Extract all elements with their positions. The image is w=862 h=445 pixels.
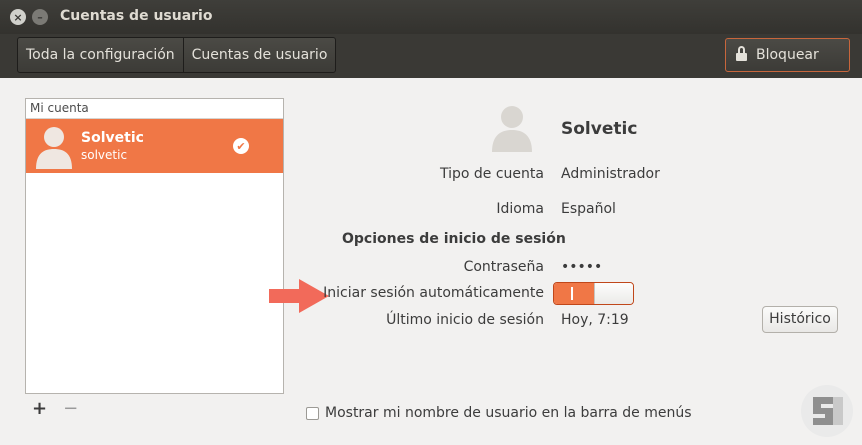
breadcrumb-user-accounts[interactable]: Cuentas de usuario	[184, 38, 336, 72]
lock-button[interactable]: Bloquear	[725, 38, 850, 72]
language-value[interactable]: Español	[561, 201, 616, 217]
account-type-value[interactable]: Administrador	[561, 166, 660, 182]
last-login-label: Último inicio de sesión	[386, 312, 544, 328]
login-options-title: Opciones de inicio de sesión	[342, 231, 566, 247]
close-glyph: ×	[13, 10, 23, 24]
show-name-checkbox[interactable]	[306, 406, 319, 420]
user-row-login: solvetic	[81, 148, 128, 162]
show-name-label[interactable]: Mostrar mi nombre de usuario en la barra…	[325, 405, 692, 421]
remove-user-button[interactable]: −	[63, 400, 78, 418]
lock-button-label: Bloquear	[756, 47, 819, 63]
auto-login-toggle[interactable]	[553, 282, 634, 305]
arrow-annotation	[269, 279, 329, 313]
user-name[interactable]: Solvetic	[561, 119, 637, 139]
lock-icon	[736, 46, 747, 62]
account-list: Mi cuenta Solvetic solvetic ✔	[25, 98, 284, 394]
logo	[801, 385, 853, 437]
breadcrumb-all-settings[interactable]: Toda la configuración	[18, 38, 184, 72]
user-row-name: Solvetic	[81, 130, 144, 146]
close-icon[interactable]: ×	[10, 9, 26, 25]
check-icon: ✔	[233, 138, 249, 154]
avatar-icon[interactable]	[490, 102, 534, 152]
title-bar: × – Cuentas de usuario	[0, 0, 862, 34]
password-label: Contraseña	[463, 259, 544, 275]
minimize-glyph: –	[37, 10, 43, 24]
add-remove-controls: + −	[32, 400, 78, 418]
window-title: Cuentas de usuario	[60, 8, 213, 24]
toolbar: Toda la configuración Cuentas de usuario…	[0, 34, 862, 78]
history-button[interactable]: Histórico	[762, 306, 838, 333]
breadcrumb: Toda la configuración Cuentas de usuario	[17, 37, 337, 73]
last-login-value: Hoy, 7:19	[561, 312, 629, 328]
list-item[interactable]: Solvetic solvetic ✔	[26, 119, 283, 173]
auto-login-label: Iniciar sesión automáticamente	[323, 285, 544, 301]
main-panel: Mi cuenta Solvetic solvetic ✔ + − Solvet…	[0, 78, 862, 445]
account-type-label: Tipo de cuenta	[440, 166, 544, 182]
language-label: Idioma	[496, 201, 544, 217]
account-list-header: Mi cuenta	[26, 99, 283, 119]
password-value[interactable]: •••••	[561, 259, 602, 275]
show-name-option[interactable]: Mostrar mi nombre de usuario en la barra…	[306, 405, 692, 421]
add-user-button[interactable]: +	[32, 400, 47, 418]
minimize-icon[interactable]: –	[32, 9, 48, 25]
avatar-icon	[36, 127, 72, 169]
